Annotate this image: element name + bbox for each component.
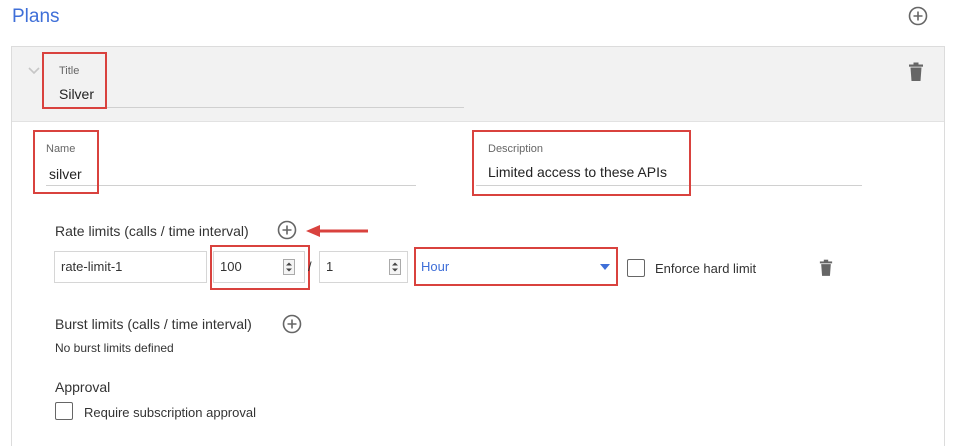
burst-limits-heading: Burst limits (calls / time interval) bbox=[55, 316, 252, 332]
collapse-toggle[interactable] bbox=[27, 66, 41, 76]
chevron-down-icon bbox=[28, 67, 40, 75]
interval-unit-highlight bbox=[414, 247, 618, 286]
delete-rate-limit-button[interactable] bbox=[819, 259, 833, 277]
arrow-left-icon bbox=[306, 225, 368, 237]
enforce-hard-limit-checkbox[interactable] bbox=[627, 259, 645, 277]
require-approval-checkbox[interactable] bbox=[55, 402, 73, 420]
calls-highlight bbox=[210, 245, 310, 290]
trash-icon bbox=[819, 259, 833, 276]
plus-circle-icon bbox=[277, 220, 297, 240]
name-highlight bbox=[33, 130, 99, 194]
name-underline bbox=[46, 185, 416, 186]
title-highlight bbox=[42, 52, 107, 109]
annotation-arrow bbox=[304, 223, 368, 239]
rate-separator: / bbox=[308, 259, 312, 274]
require-approval-label: Require subscription approval bbox=[84, 405, 256, 420]
interval-count-value: 1 bbox=[326, 259, 334, 274]
page-title: Plans bbox=[12, 6, 60, 27]
delete-plan-button[interactable] bbox=[908, 62, 924, 82]
trash-icon bbox=[909, 62, 923, 81]
plus-circle-icon bbox=[282, 314, 302, 334]
stepper-icon bbox=[389, 259, 401, 275]
rate-limit-name-input[interactable]: rate-limit-1 bbox=[54, 251, 207, 283]
add-plan-button[interactable] bbox=[908, 6, 928, 26]
approval-heading: Approval bbox=[55, 379, 111, 395]
enforce-hard-limit-label: Enforce hard limit bbox=[655, 261, 757, 276]
plus-circle-icon bbox=[908, 6, 928, 26]
burst-limits-empty: No burst limits defined bbox=[55, 341, 174, 355]
title-underline bbox=[46, 107, 464, 108]
plan-panel-header[interactable] bbox=[12, 47, 944, 122]
rate-limits-heading: Rate limits (calls / time interval) bbox=[55, 223, 249, 239]
add-burst-limit-button[interactable] bbox=[282, 314, 302, 334]
interval-stepper[interactable] bbox=[389, 259, 401, 275]
description-highlight bbox=[472, 130, 691, 196]
add-rate-limit-button[interactable] bbox=[277, 220, 297, 240]
